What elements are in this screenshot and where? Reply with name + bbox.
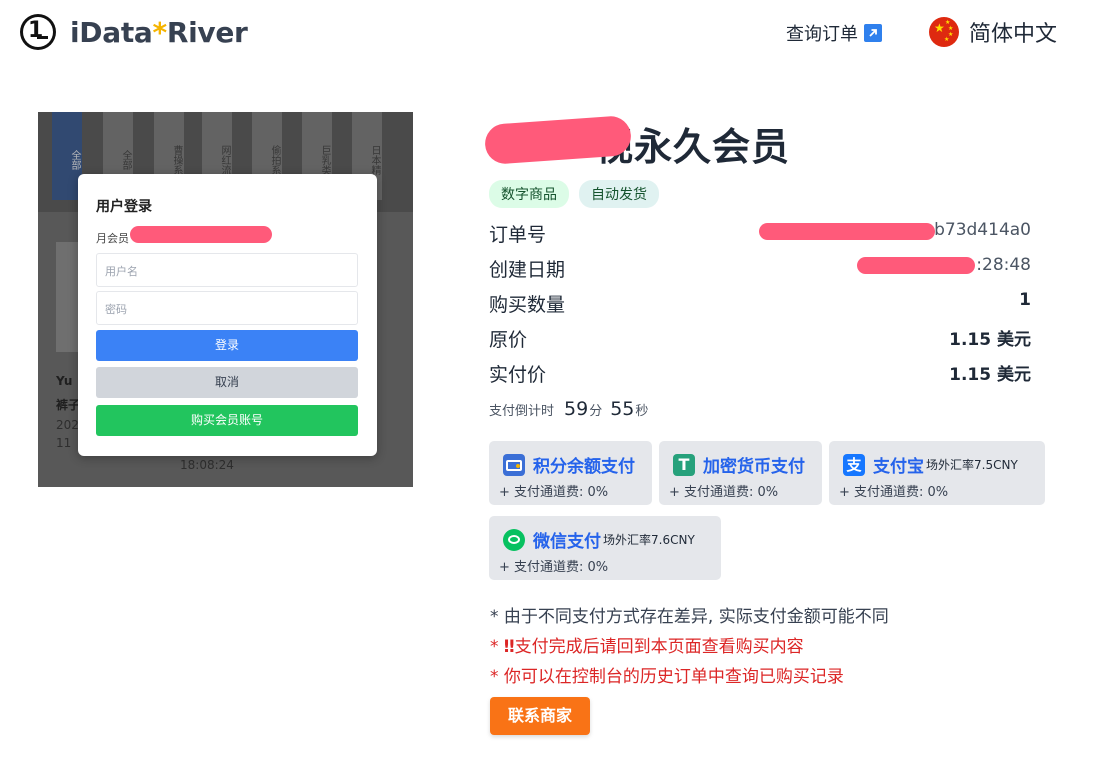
countdown-seconds-unit: 秒 (635, 404, 649, 419)
external-link-icon (864, 24, 882, 42)
paid-price-row: 实付价 1.15 美元 (489, 360, 1031, 387)
site-logo[interactable]: 1 iData*River (20, 14, 248, 50)
modal-cancel-button: 取消 (96, 367, 358, 398)
info-key: 订单号 (489, 224, 547, 246)
pay-points-balance-card[interactable]: 积分余额支付 + 支付通道费: 0% (489, 441, 652, 505)
modal-login-button: 登录 (96, 330, 358, 361)
pay-crypto-card[interactable]: T 加密货币支付 + 支付通道费: 0% (659, 441, 822, 505)
pay-method-rate: 场外汇率7.5CNY (926, 458, 1018, 472)
original-price-row: 原价 1.15 美元 (489, 325, 1031, 352)
product-image: 全部 全部 曹操系 网红流 偷拍系 巨乳类 日本精 Yu 裤子 202 11 1… (38, 112, 413, 487)
note-line: * 由于不同支付方式存在差异, 实际支付金额可能不同 (490, 607, 889, 627)
pay-method-fee: + 支付通道费: 0% (669, 485, 779, 500)
site-name: iData*River (70, 15, 248, 49)
pay-method-name: 积分余额支付 (533, 457, 635, 477)
payment-notes: * 由于不同支付方式存在差异, 实际支付金额可能不同 * ‼支付完成后请回到本页… (490, 602, 889, 692)
password-field: 密码 (96, 291, 358, 325)
quantity-row: 购买数量 1 (489, 290, 1031, 317)
product-tags: 数字商品 自动发货 (489, 180, 659, 208)
pay-method-name: 支付宝 (873, 457, 924, 477)
redaction-mark (130, 226, 272, 243)
pay-method-name: 加密货币支付 (703, 457, 805, 477)
info-value: 1.15 美元 (949, 365, 1031, 385)
info-value: 1.15 美元 (949, 330, 1031, 350)
info-key: 购买数量 (489, 294, 566, 316)
pay-method-fee: + 支付通道费: 0% (839, 485, 949, 500)
pay-method-fee: + 支付通道费: 0% (499, 560, 609, 575)
redaction-mark (857, 257, 975, 274)
countdown-minutes-unit: 分 (589, 404, 603, 419)
language-selector[interactable]: ★ ★ ★ ★ ★ 简体中文 (929, 16, 1057, 48)
tag-badge: 数字商品 (489, 180, 569, 208)
modal-buy-button: 购买会员账号 (96, 405, 358, 436)
username-field: 用户名 (96, 253, 358, 287)
wallet-icon (503, 453, 525, 476)
query-order-label: 查询订单 (786, 24, 858, 45)
tag-badge: 自动发货 (579, 180, 659, 208)
pay-method-fee: + 支付通道费: 0% (499, 485, 609, 500)
pay-wechat-card[interactable]: 微信支付 场外汇率7.6CNY + 支付通道费: 0% (489, 516, 721, 580)
modal-hint: 月会员 (96, 232, 129, 245)
info-value: b73d414a0 (934, 220, 1031, 240)
info-value: 1 (1019, 290, 1031, 310)
pay-method-name: 微信支付 (533, 532, 601, 552)
language-label: 简体中文 (969, 22, 1058, 47)
tether-icon: T (673, 453, 695, 476)
redaction-mark (759, 223, 935, 240)
countdown-minutes: 59 (564, 398, 589, 420)
info-key: 创建日期 (489, 259, 566, 281)
note-line: * 你可以在控制台的历史订单中查询已购买记录 (490, 667, 844, 687)
modal-title: 用户登录 (96, 199, 152, 215)
countdown-label: 支付倒计时 (489, 404, 555, 419)
pay-method-rate: 场外汇率7.6CNY (603, 533, 695, 547)
double-exclamation-icon: ‼ (503, 637, 515, 657)
pay-alipay-card[interactable]: 支 支付宝 场外汇率7.5CNY + 支付通道费: 0% (829, 441, 1045, 505)
wechat-icon (503, 528, 525, 551)
alipay-icon: 支 (843, 453, 865, 476)
payment-countdown: 支付倒计时 59 分 55 秒 (489, 398, 656, 420)
info-key: 原价 (489, 329, 528, 351)
countdown-seconds: 55 (610, 398, 635, 420)
contact-merchant-button[interactable]: 联系商家 (490, 697, 590, 735)
logo-icon: 1 (20, 14, 56, 50)
info-key: 实付价 (489, 364, 547, 386)
china-flag-icon: ★ ★ ★ ★ ★ (929, 17, 959, 47)
note-line: * ‼支付完成后请回到本页面查看购买内容 (490, 637, 804, 657)
login-modal: 用户登录 月会员 用户名 密码 登录 取消 购买会员账号 (78, 174, 377, 456)
query-order-link[interactable]: 查询订单 (786, 20, 882, 46)
